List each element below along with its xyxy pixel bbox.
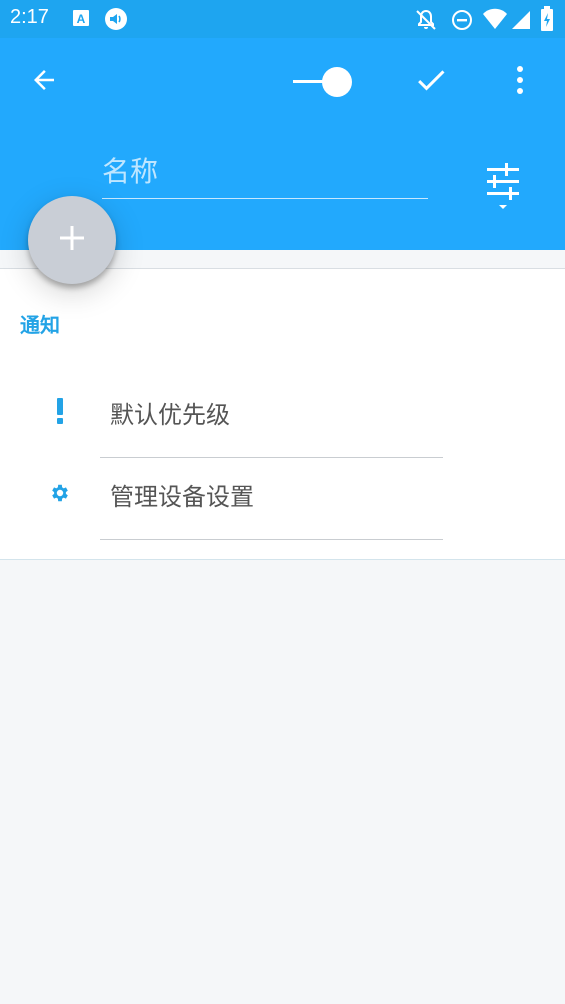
default-priority-label: 默认优先级 <box>110 401 230 429</box>
status-time: 2:17 <box>10 6 49 28</box>
more-options-button[interactable] <box>500 58 540 106</box>
notifications-off-icon <box>414 8 438 36</box>
wifi-icon <box>482 8 508 34</box>
default-priority-row[interactable]: 默认优先级 <box>0 369 565 458</box>
settings-gear-icon <box>40 473 80 513</box>
do-not-disturb-icon <box>450 8 474 36</box>
status-bar: 2:17 A <box>0 0 565 38</box>
manage-device-settings-label: 管理设备设置 <box>110 483 254 511</box>
back-button[interactable] <box>20 58 68 106</box>
svg-text:A: A <box>77 12 86 26</box>
notifications-section-title: 通知 <box>20 313 60 337</box>
enable-toggle[interactable] <box>288 64 356 100</box>
tune-sliders-icon <box>483 160 523 216</box>
row-divider <box>100 539 443 540</box>
add-fab-button[interactable] <box>28 196 116 284</box>
confirm-button[interactable] <box>406 58 456 106</box>
signal-icon <box>510 8 532 34</box>
name-input[interactable] <box>102 148 428 199</box>
arrow-back-icon <box>29 65 59 99</box>
manage-device-settings-row[interactable]: 管理设备设置 <box>0 451 565 540</box>
add-icon <box>57 223 87 257</box>
notifications-card: 通知 默认优先级 管理设备设置 <box>0 268 565 560</box>
battery-icon <box>540 6 554 36</box>
text-a-icon: A <box>72 9 90 31</box>
tune-button[interactable] <box>476 158 530 218</box>
volume-icon <box>104 7 128 35</box>
more-vert-icon <box>515 65 525 99</box>
check-icon <box>413 62 449 102</box>
priority-exclamation-icon <box>40 391 80 431</box>
